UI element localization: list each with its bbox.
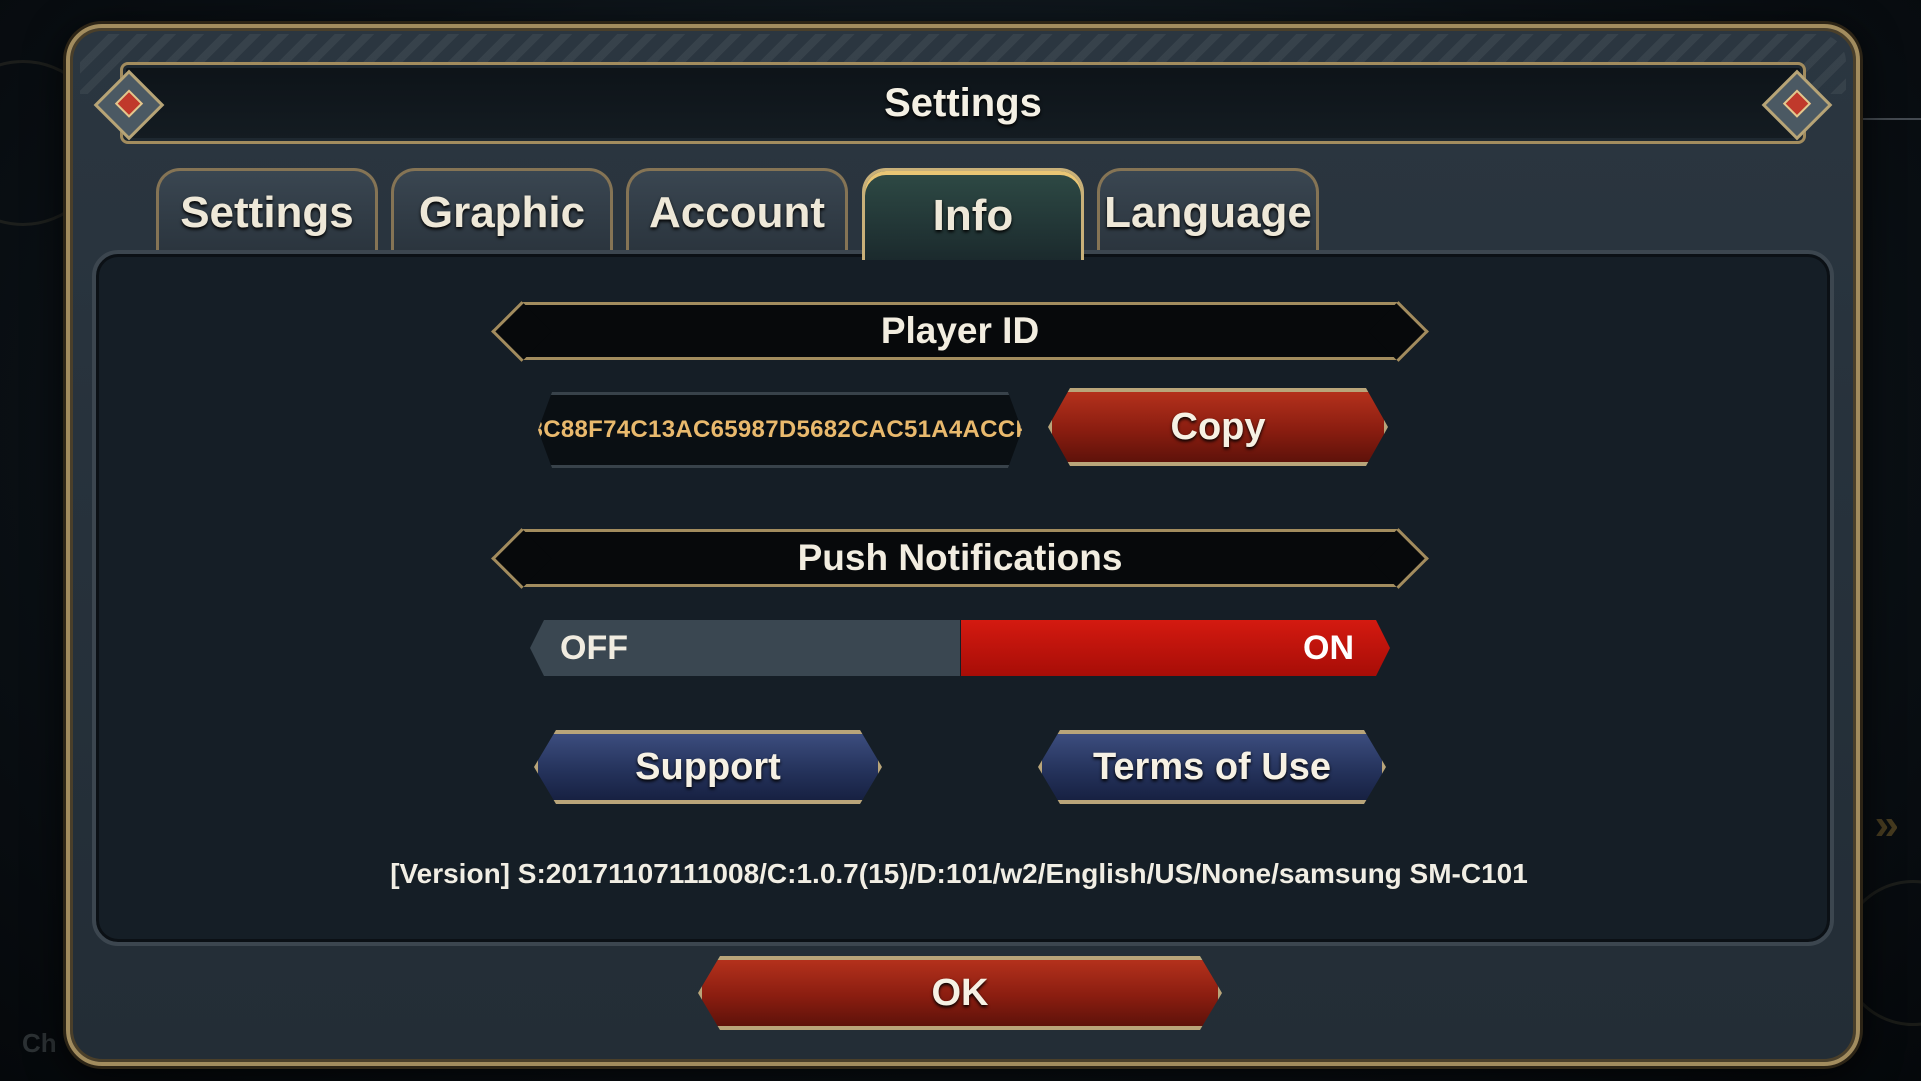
toggle-off-option[interactable]: OFF (530, 620, 960, 676)
support-button[interactable]: Support (534, 730, 882, 804)
push-notifications-header: Push Notifications (522, 529, 1398, 587)
tab-graphic[interactable]: Graphic (391, 168, 613, 254)
dialog-title-bar: Settings (120, 62, 1806, 144)
background-divider (1861, 118, 1921, 120)
version-info: [Version] S:20171107111008/C:1.0.7(15)/D… (390, 858, 1528, 889)
tab-account[interactable]: Account (626, 168, 848, 254)
background-arrow-icon: » (1874, 800, 1899, 849)
game-screen: » Ch Settings Settings Graphic Account I… (0, 0, 1921, 1081)
toggle-on-option[interactable]: ON (961, 620, 1390, 676)
dialog-title: Settings (884, 80, 1042, 125)
player-id-header: Player ID (522, 302, 1398, 360)
copy-button[interactable]: Copy (1048, 388, 1388, 466)
push-notifications-toggle[interactable]: OFF ON (530, 620, 1390, 676)
tab-info[interactable]: Info (862, 168, 1084, 260)
ok-button[interactable]: OK (698, 956, 1222, 1030)
background-chat-fragment: Ch (22, 1028, 57, 1058)
terms-of-use-button[interactable]: Terms of Use (1038, 730, 1386, 804)
tab-settings[interactable]: Settings (156, 168, 378, 254)
player-id-value: 3C88F74C13AC65987D5682CAC51A4ACCF (538, 392, 1022, 468)
tab-language[interactable]: Language (1097, 168, 1319, 254)
